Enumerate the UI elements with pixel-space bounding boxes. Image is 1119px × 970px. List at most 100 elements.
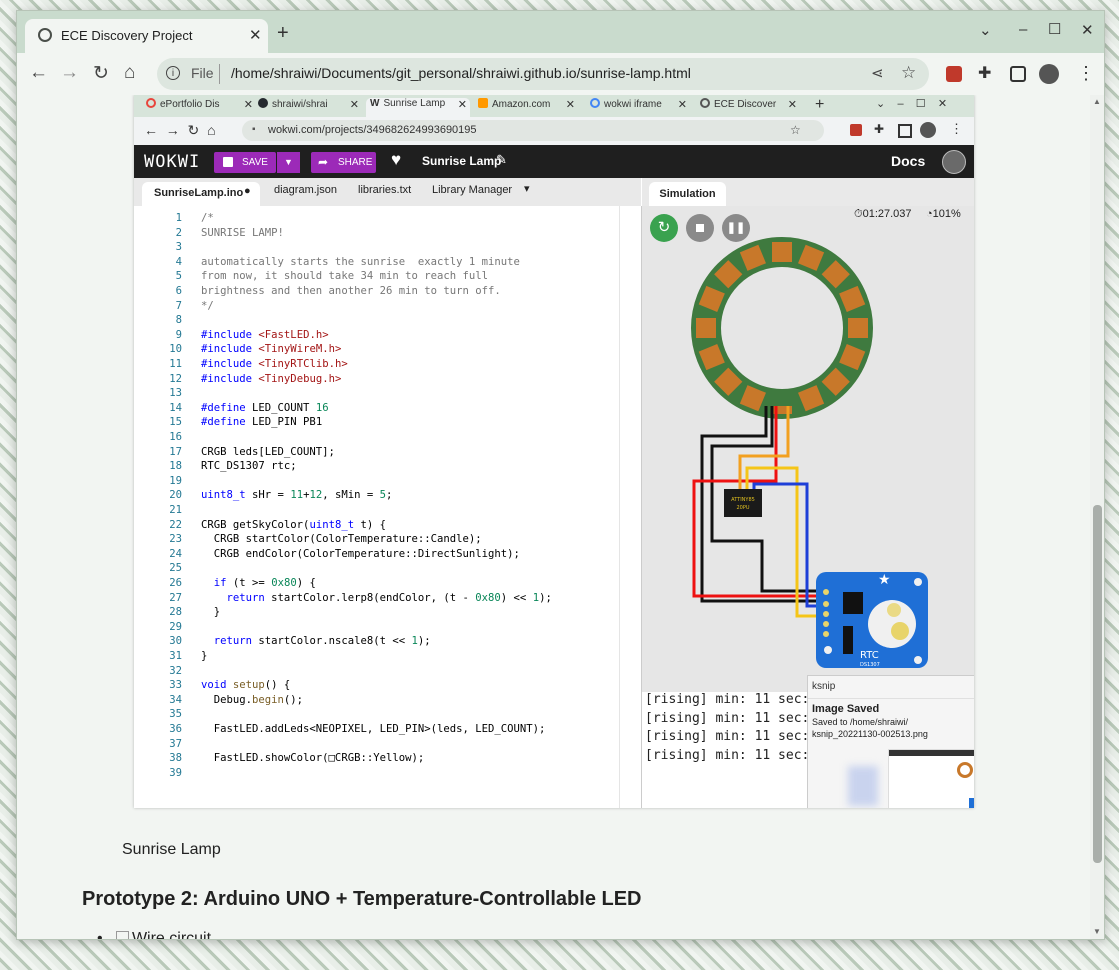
line-number: 21 xyxy=(169,504,182,516)
inner-window-controls: ⌄ – ☐ ✕ xyxy=(876,98,948,110)
close-icon: ✕ xyxy=(349,99,359,111)
url-text[interactable]: /home/shraiwi/Documents/git_personal/shr… xyxy=(231,65,691,81)
inner-tab-label: ePortfolio Dis xyxy=(160,99,220,110)
docs-link: Docs xyxy=(891,153,926,169)
line-number: 36 xyxy=(169,723,182,735)
side-panel-icon[interactable] xyxy=(1010,66,1026,82)
reload-button[interactable]: ↻ xyxy=(93,62,109,85)
line-number: 15 xyxy=(169,416,182,429)
code-line: void setup() { xyxy=(201,679,291,692)
menu-kebab-icon[interactable]: ⋮ xyxy=(1077,63,1095,84)
line-number: 25 xyxy=(169,562,182,575)
maximize-button[interactable]: ☐ xyxy=(1048,20,1061,38)
close-icon: ✕ xyxy=(243,99,253,111)
code-line: #include <TinyWireM.h> xyxy=(201,343,342,356)
line-number: 4 xyxy=(175,255,182,268)
code-line: from now, it should take 34 min to reach… xyxy=(201,270,489,283)
url-scheme: File xyxy=(191,65,214,81)
code-line: Debug.begin(); xyxy=(201,693,304,706)
led-pixel xyxy=(848,318,868,338)
back-button[interactable]: ← xyxy=(29,62,48,84)
simulation-canvas: ↻ ❚❚ ATTINY85 20PU ★ RTC DS1307 xyxy=(642,206,974,692)
line-number: 7 xyxy=(175,299,182,312)
share-arrow-icon: ➦ xyxy=(318,155,329,169)
code-line: return startColor.lerp8(endColor, (t - 0… xyxy=(226,591,552,604)
browser-toolbar: ← → ↻ ⌂ i File /home/shraiwi/Documents/g… xyxy=(17,53,1104,95)
share-label: SHARE xyxy=(338,157,373,168)
line-number: 13 xyxy=(169,387,182,400)
editor-gutter-line xyxy=(619,206,620,808)
line-number: 37 xyxy=(169,737,182,750)
home-button[interactable]: ⌂ xyxy=(124,62,135,84)
code-line: RTC_DS1307 rtc; xyxy=(201,460,297,473)
ksnip-notification: ksnip Image Saved Saved to /home/shraiwi… xyxy=(807,675,974,808)
share-icon[interactable]: ⋖ xyxy=(871,64,884,82)
ublock-extension-icon[interactable] xyxy=(946,66,962,82)
minimize-button[interactable]: – xyxy=(1019,21,1027,38)
speed-gauge-icon: ◔ xyxy=(926,208,933,220)
ksnip-line2: ksnip_20221130-002513.png xyxy=(812,729,928,739)
chip-sub: 20PU xyxy=(736,505,749,511)
unsaved-dot-icon: ● xyxy=(244,185,251,197)
page-scrollbar[interactable]: ▲ ▼ xyxy=(1090,95,1104,939)
line-number: 19 xyxy=(169,474,182,487)
line-number: 30 xyxy=(169,635,182,648)
ksnip-app-name: ksnip xyxy=(808,676,974,699)
code-line: } xyxy=(201,650,208,662)
list-item: • Wire circuit xyxy=(97,930,211,939)
extensions-puzzle-icon[interactable]: ✚ xyxy=(978,63,994,82)
address-bar[interactable]: i File /home/shraiwi/Documents/git_perso… xyxy=(157,58,929,90)
code-line: SUNRISE LAMP! xyxy=(201,226,284,239)
line-number: 39 xyxy=(169,766,182,779)
scrollbar-thumb[interactable] xyxy=(1093,505,1102,863)
line-number: 20 xyxy=(169,489,182,502)
editor-tab-active: SunriseLamp.ino ● xyxy=(142,182,260,206)
code-line: CRGB leds[LED_COUNT]; xyxy=(201,445,335,458)
tab-favicon-icon xyxy=(146,98,156,108)
editor-tab-label: Library Manager xyxy=(432,184,513,196)
tab-title: ECE Discovery Project xyxy=(61,28,193,43)
inner-new-tab-icon: + xyxy=(815,96,825,113)
image-caption: Sunrise Lamp xyxy=(122,841,221,858)
project-name: Sunrise Lamp xyxy=(422,154,502,168)
scroll-down-icon[interactable]: ▼ xyxy=(1093,927,1101,936)
profile-avatar[interactable] xyxy=(1039,64,1059,84)
forward-button[interactable]: → xyxy=(60,62,79,84)
close-icon: ✕ xyxy=(787,99,797,111)
line-number: 29 xyxy=(169,620,182,633)
inner-avatar xyxy=(920,122,936,138)
tab-close-icon[interactable]: ✕ xyxy=(249,26,262,44)
inner-menu-icon: ⋮ xyxy=(950,121,963,136)
line-number: 22 xyxy=(169,518,182,531)
tab-bar: ECE Discovery Project ✕ + ⌄ – ☐ ✕ xyxy=(17,11,1104,53)
inner-tab-label: shraiwi/shrai xyxy=(272,99,328,110)
new-tab-button[interactable]: + xyxy=(277,23,289,43)
line-number: 38 xyxy=(169,752,182,765)
stopwatch-icon: ⏱ xyxy=(854,208,863,220)
serial-line: [rising] min: 11 sec: xyxy=(645,729,810,744)
tab-search-icon[interactable]: ⌄ xyxy=(979,21,992,39)
wokwi-favicon-icon: W xyxy=(370,98,380,109)
bookmark-star-icon[interactable]: ☆ xyxy=(901,63,916,83)
inner-tab-label: wokwi iframe xyxy=(604,99,662,110)
amazon-icon xyxy=(478,98,488,108)
line-number: 32 xyxy=(169,664,182,677)
editor-tab-label: SunriseLamp.ino xyxy=(154,187,244,199)
rtc-label: RTC xyxy=(860,650,879,661)
inner-tab: ECE Discover ✕ xyxy=(700,98,800,117)
led-pixel xyxy=(696,318,716,338)
ksnip-thumbnail xyxy=(888,749,974,808)
inner-tab: wokwi iframe ✕ xyxy=(590,98,690,117)
inner-ublock-icon xyxy=(850,124,862,136)
close-window-button[interactable]: ✕ xyxy=(1081,21,1094,39)
heart-icon: ♥ xyxy=(391,150,402,169)
inner-tab: ePortfolio Dis ✕ xyxy=(146,98,256,117)
info-icon[interactable]: i xyxy=(166,66,180,80)
inner-tab-label: Amazon.com xyxy=(492,99,551,110)
editor-tabs: SunriseLamp.ino ● diagram.json libraries… xyxy=(134,178,641,206)
scroll-up-icon[interactable]: ▲ xyxy=(1093,97,1101,106)
close-icon: ✕ xyxy=(457,99,467,111)
save-button: SAVE xyxy=(214,152,276,173)
speed-value: 101% xyxy=(932,208,961,220)
tab-ece-discovery[interactable]: ECE Discovery Project ✕ xyxy=(25,19,268,53)
